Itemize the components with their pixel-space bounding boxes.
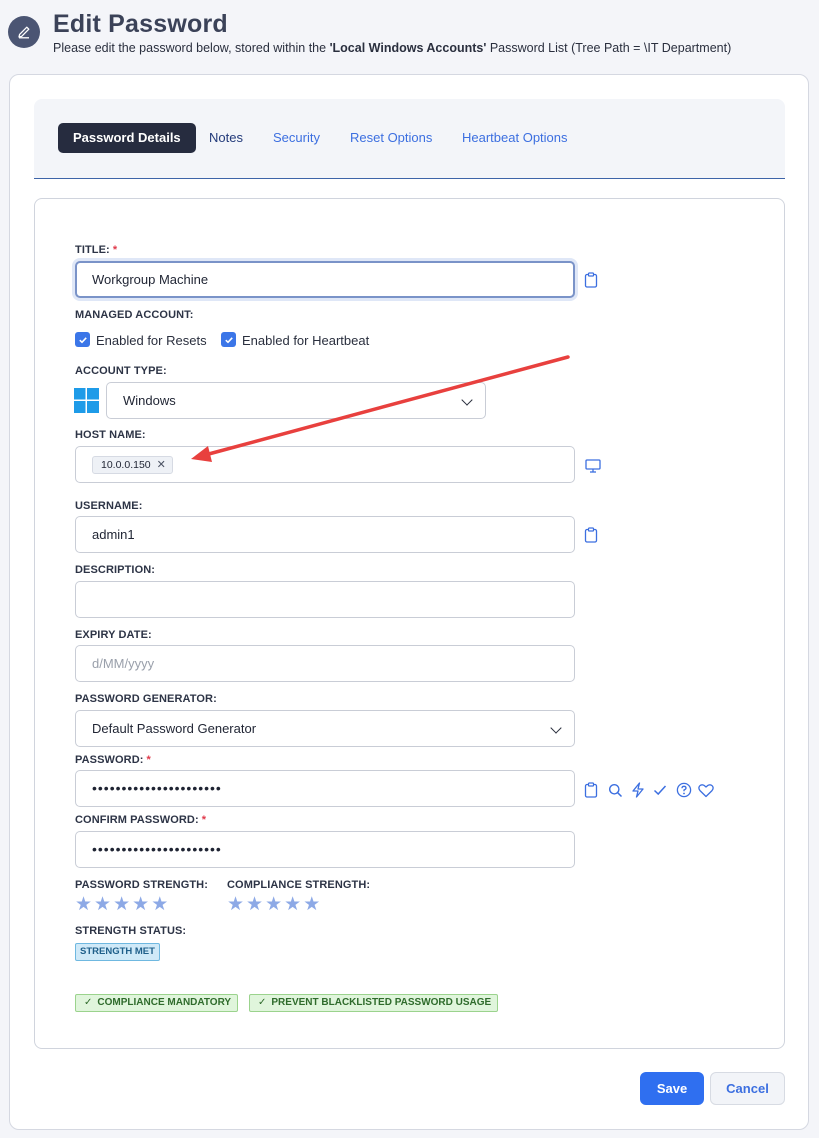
strength-status-label: STRENGTH STATUS:: [75, 925, 187, 937]
page-title: Edit Password: [53, 10, 228, 38]
chevron-down-icon: [461, 394, 473, 406]
remove-tag-icon[interactable]: ✕: [157, 459, 166, 471]
check-icon[interactable]: [652, 782, 668, 798]
page-subtitle: Please edit the password below, stored w…: [53, 41, 732, 55]
star-icon: ★: [246, 894, 264, 915]
tab-password-details[interactable]: Password Details: [58, 123, 196, 153]
password-generator-select[interactable]: Default Password Generator: [75, 710, 575, 747]
heart-icon[interactable]: [698, 782, 714, 798]
username-label: USERNAME:: [75, 500, 143, 512]
chevron-down-icon: [550, 722, 562, 734]
description-label: DESCRIPTION:: [75, 564, 156, 576]
clipboard-icon[interactable]: [583, 782, 599, 798]
star-icon: ★: [113, 894, 131, 915]
title-input[interactable]: Workgroup Machine: [75, 261, 575, 298]
edit-form-card: Password Details Notes Security Reset Op…: [9, 74, 809, 1130]
description-input[interactable]: [75, 581, 575, 618]
tabs-panel: Password Details Notes Security Reset Op…: [34, 99, 785, 179]
account-type-select[interactable]: Windows: [106, 382, 486, 419]
title-label: TITLE: *: [75, 244, 118, 256]
lightning-icon[interactable]: [630, 782, 646, 798]
star-icon: ★: [265, 894, 283, 915]
host-tag: 10.0.0.150 ✕: [92, 456, 173, 474]
star-icon: ★: [94, 894, 112, 915]
account-type-value: Windows: [123, 393, 176, 408]
compliance-mandatory-badge: ✓ COMPLIANCE MANDATORY: [75, 994, 239, 1012]
confirm-password-input[interactable]: ••••••••••••••••••••••: [75, 831, 575, 868]
star-icon: ★: [151, 894, 169, 915]
monitor-icon[interactable]: [585, 458, 601, 474]
enabled-resets-label: Enabled for Resets: [96, 333, 207, 348]
host-tag-label: 10.0.0.150: [101, 459, 151, 471]
help-circle-icon[interactable]: [676, 782, 692, 798]
star-icon: ★: [303, 894, 321, 915]
star-icon: ★: [132, 894, 150, 915]
expiry-date-input[interactable]: d/MM/yyyy: [75, 645, 575, 682]
expiry-date-label: EXPIRY DATE:: [75, 629, 152, 641]
star-icon: ★: [284, 894, 302, 915]
star-icon: ★: [75, 894, 93, 915]
search-icon[interactable]: [607, 782, 623, 798]
strength-status-badge: STRENGTH MET: [75, 943, 160, 961]
clipboard-icon[interactable]: [583, 527, 599, 543]
enabled-heartbeat-label: Enabled for Heartbeat: [242, 333, 370, 348]
check-icon: ✓: [84, 997, 93, 1008]
prevent-blacklisted-badge: ✓ PREVENT BLACKLISTED PASSWORD USAGE: [249, 994, 499, 1012]
password-details-panel: TITLE: * Workgroup Machine MANAGED ACCOUN…: [34, 198, 785, 1049]
password-input[interactable]: ••••••••••••••••••••••: [75, 770, 575, 807]
confirm-password-label: CONFIRM PASSWORD: *: [75, 814, 207, 826]
managed-account-label: MANAGED ACCOUNT:: [75, 309, 194, 321]
page-header: Edit Password Please edit the password b…: [8, 10, 808, 60]
password-generator-label: PASSWORD GENERATOR:: [75, 693, 217, 705]
password-label: PASSWORD: *: [75, 754, 151, 766]
windows-logo-icon: [74, 388, 99, 413]
enabled-heartbeat-checkbox[interactable]: [221, 332, 236, 347]
tab-security[interactable]: Security: [273, 123, 320, 153]
edit-icon: [8, 16, 40, 48]
account-type-label: ACCOUNT TYPE:: [75, 365, 167, 377]
compliance-strength-stars: ★ ★ ★ ★ ★: [227, 894, 321, 915]
host-name-input[interactable]: 10.0.0.150 ✕: [75, 446, 575, 483]
password-generator-value: Default Password Generator: [92, 721, 257, 736]
star-icon: ★: [227, 894, 245, 915]
clipboard-icon[interactable]: [583, 272, 599, 288]
save-button[interactable]: Save: [640, 1072, 704, 1105]
host-name-label: HOST NAME:: [75, 429, 146, 441]
tab-reset-options[interactable]: Reset Options: [350, 123, 432, 153]
tab-notes[interactable]: Notes: [209, 123, 243, 153]
tab-heartbeat-options[interactable]: Heartbeat Options: [462, 123, 568, 153]
compliance-strength-label: COMPLIANCE STRENGTH:: [227, 879, 371, 891]
cancel-button[interactable]: Cancel: [710, 1072, 785, 1105]
enabled-resets-checkbox[interactable]: [75, 332, 90, 347]
password-strength-label: PASSWORD STRENGTH:: [75, 879, 208, 891]
username-input[interactable]: admin1: [75, 516, 575, 553]
check-icon: ✓: [258, 997, 267, 1008]
password-strength-stars: ★ ★ ★ ★ ★: [75, 894, 169, 915]
